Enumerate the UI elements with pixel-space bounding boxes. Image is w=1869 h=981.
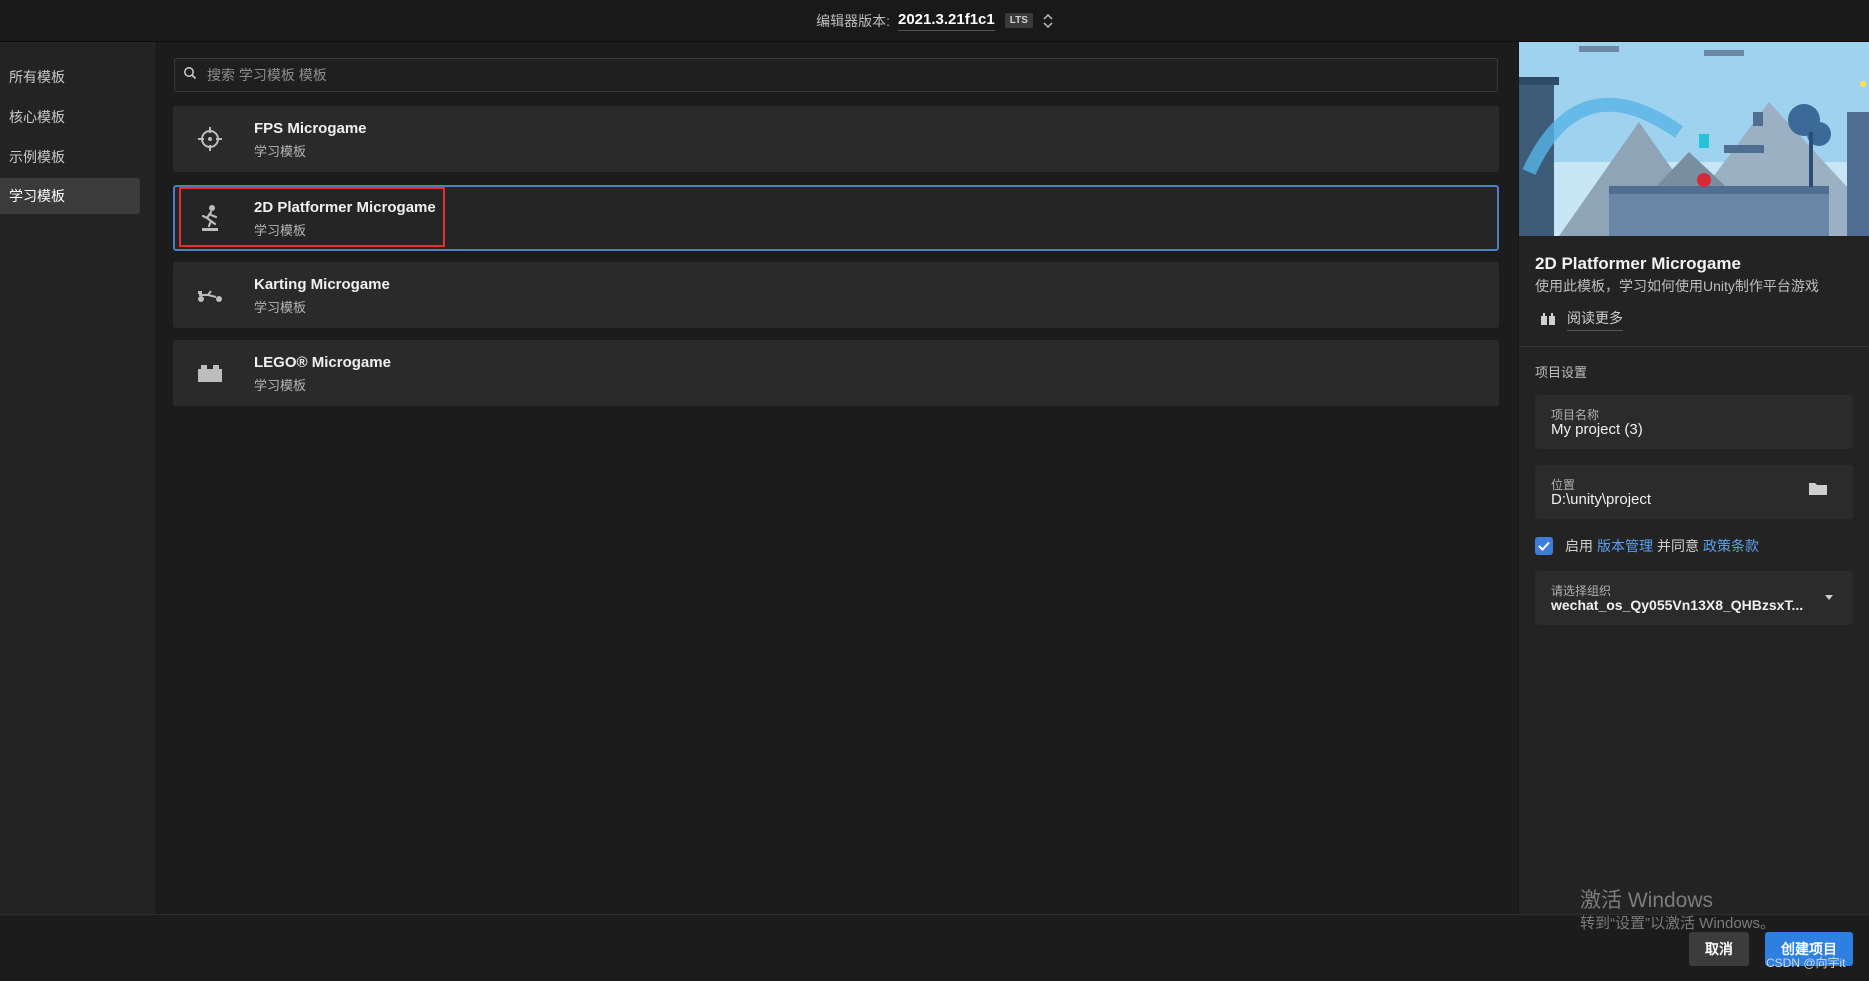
template-list-panel: FPS Microgame 学习模板 2D Platformer Microga… [157,42,1517,914]
template-card-2d-platformer[interactable]: 2D Platformer Microgame 学习模板 [173,185,1499,251]
up-down-chevron-icon[interactable] [1043,13,1053,28]
policy-terms-link[interactable]: 政策条款 [1703,536,1759,556]
search-bar[interactable] [174,58,1498,92]
sidebar-item-learning-templates[interactable]: 学习模板 [0,178,140,214]
template-title: LEGO® Microgame [254,354,391,371]
book-icon [1541,312,1555,328]
sidebar-item-core-templates[interactable]: 核心模板 [0,99,140,135]
windows-activation-watermark: 激活 Windows [1580,889,1714,912]
search-input[interactable] [205,66,1489,84]
project-settings-heading: 项目设置 [1535,365,1588,380]
crosshair-icon [195,124,225,154]
details-divider [1519,346,1869,347]
windows-activation-hint: 转到“设置”以激活 Windows。 [1580,915,1776,932]
template-card-karting[interactable]: Karting Microgame 学习模板 [173,262,1499,328]
runner-icon [195,203,225,233]
organization-value: wechat_os_Qy055Vn13X8_QHBzsxT... [1551,597,1804,613]
template-details-panel: 2D Platformer Microgame 使用此模板，学习如何使用Unit… [1518,42,1869,914]
project-name-value[interactable]: My project (3) [1551,421,1643,438]
cancel-button[interactable]: 取消 [1689,932,1749,966]
organization-select[interactable]: 请选择组织 wechat_os_Qy055Vn13X8_QHBzsxT... [1535,571,1853,625]
sidebar-item-all-templates[interactable]: 所有模板 [0,59,140,95]
lts-badge: LTS [1004,13,1033,28]
read-more-link[interactable]: 阅读更多 [1541,308,1623,331]
details-description: 使用此模板，学习如何使用Unity制作平台游戏 [1535,278,1819,294]
project-name-field[interactable]: 项目名称 My project (3) [1535,395,1853,449]
location-value[interactable]: D:\unity\project [1551,491,1651,508]
template-subtitle: 学习模板 [254,223,307,238]
folder-icon[interactable] [1809,481,1827,500]
template-subtitle: 学习模板 [254,378,307,393]
details-title: 2D Platformer Microgame [1535,254,1741,273]
read-more-label: 阅读更多 [1567,308,1623,331]
version-control-link[interactable]: 版本管理 [1597,536,1653,556]
template-category-sidebar: 所有模板 核心模板 示例模板 学习模板 [0,42,157,914]
consent-checkbox[interactable] [1535,537,1553,555]
chevron-down-icon[interactable] [1825,595,1833,600]
editor-version-label: 编辑器版本: [816,12,890,29]
consent-middle: 并同意 [1657,538,1699,554]
location-field[interactable]: 位置 D:\unity\project [1535,465,1853,519]
editor-version-selector[interactable]: 2021.3.21f1c1 [897,11,995,31]
template-subtitle: 学习模板 [254,144,307,159]
template-subtitle: 学习模板 [254,300,307,315]
template-title: 2D Platformer Microgame [254,199,436,216]
consent-prefix: 启用 [1565,538,1593,554]
template-preview-image [1519,42,1869,236]
kart-icon [195,280,225,310]
template-title: Karting Microgame [254,276,390,293]
template-card-lego[interactable]: LEGO® Microgame 学习模板 [173,340,1499,406]
search-icon [183,66,197,85]
csdn-watermark: CSDN @向宇it [1766,956,1846,970]
sidebar-item-sample-templates[interactable]: 示例模板 [0,139,140,175]
version-control-consent: 启用 版本管理 并同意 政策条款 [1535,536,1763,556]
template-card-fps[interactable]: FPS Microgame 学习模板 [173,106,1499,172]
editor-version-bar: 编辑器版本: 2021.3.21f1c1 LTS [0,0,1869,42]
template-title: FPS Microgame [254,120,367,137]
lego-brick-icon [195,358,225,388]
